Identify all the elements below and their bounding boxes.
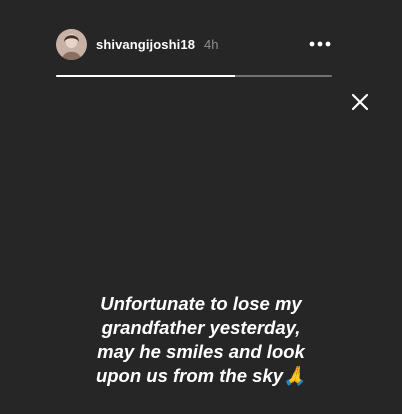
caption-line: upon us from the sky🙏 xyxy=(95,365,307,386)
caption-line: may he smiles and look xyxy=(97,341,305,362)
avatar[interactable] xyxy=(56,28,87,60)
close-button[interactable] xyxy=(349,91,371,113)
story-header: shivangijoshi18 4h xyxy=(56,28,332,60)
story-progress-bar xyxy=(56,75,332,77)
username[interactable]: shivangijoshi18 xyxy=(96,37,195,52)
more-horizontal-icon xyxy=(309,41,331,47)
post-time: 4h xyxy=(204,36,219,52)
more-options-button[interactable] xyxy=(308,32,332,56)
caption-line: grandfather yesterday, xyxy=(101,317,301,338)
close-icon xyxy=(351,93,369,111)
story-viewer: shivangijoshi18 4h Unfortunate to lose m… xyxy=(0,0,402,414)
story-progress-fill xyxy=(56,75,236,77)
caption-line: Unfortunate to lose my xyxy=(100,293,302,314)
story-caption: Unfortunate to lose my grandfather yeste… xyxy=(70,292,332,388)
